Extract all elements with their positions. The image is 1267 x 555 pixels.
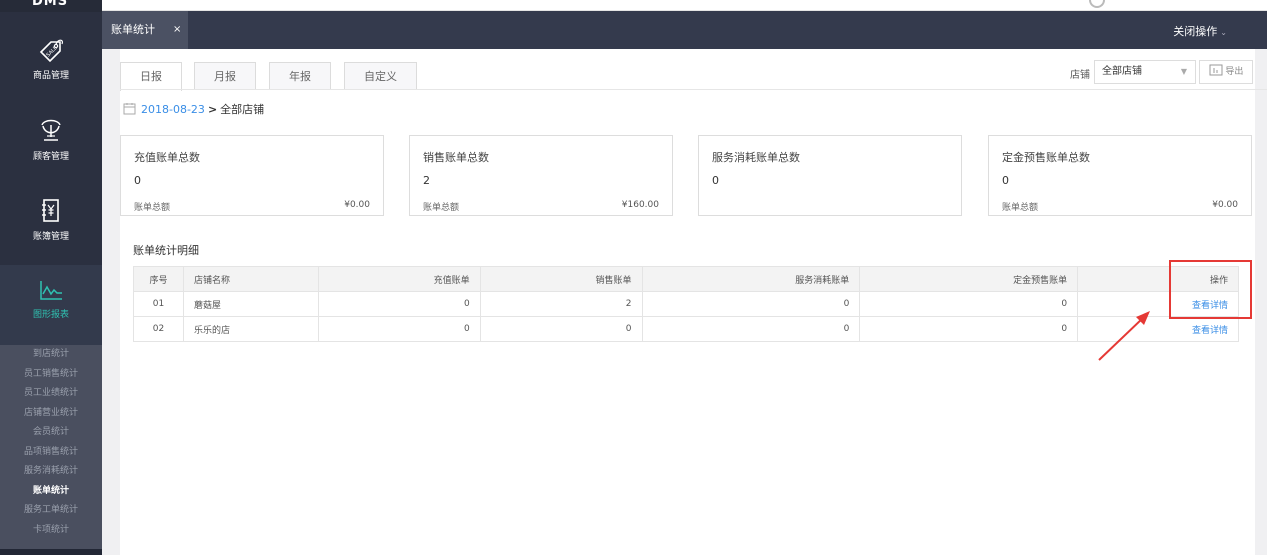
table-cell: 02 (133, 316, 184, 342)
nav-label: 顾客管理 (32, 152, 69, 162)
close-icon[interactable]: × (173, 11, 181, 49)
table-cell: 0 (479, 316, 643, 342)
table-cell: 0 (641, 316, 861, 342)
card-title: 充值账单总数 (134, 151, 200, 164)
reports-submenu: 到店统计 员工销售统计 员工业绩统计 店铺营业统计 会员统计 品项销售统计 服务… (0, 345, 102, 549)
nav-item-products[interactable]: SALE 商品管理 (0, 36, 102, 100)
table-cell: 0 (859, 316, 1079, 342)
card-sub-label: 账单总额 (134, 203, 171, 213)
page-tab-bar: 账单统计 × 关闭操作 ⌄ (102, 11, 1267, 49)
tab-label: 账单统计 (111, 23, 155, 36)
card-count: 2 (423, 174, 430, 187)
export-icon (1209, 64, 1223, 76)
nav-label: 图形报表 (32, 310, 69, 320)
table-cell: 0 (641, 291, 861, 317)
card-sub-label: 账单总额 (423, 203, 460, 213)
nav-item-customers[interactable]: 顾客管理 (0, 117, 102, 181)
sale-tag-icon: SALE (39, 39, 64, 63)
column-header: 店铺名称 (182, 266, 319, 292)
section-title: 账单统计明细 (133, 244, 199, 257)
table-cell: 0 (859, 291, 1079, 317)
view-details-link[interactable]: 查看详情 (1192, 326, 1228, 336)
store-filter-label: 店铺 (1070, 70, 1090, 81)
card-amount: ¥160.00 (621, 200, 659, 210)
sidebar-brand-strip: DMS (0, 0, 102, 12)
store-select-value: 全部店铺 (1102, 66, 1142, 77)
submenu-item-members[interactable]: 会员统计 (0, 423, 102, 443)
nav-item-reports[interactable]: 图形报表 (0, 265, 102, 345)
export-button[interactable]: 导出 (1199, 60, 1253, 84)
tab-divider (120, 89, 1267, 90)
annotation-highlight-box (1169, 260, 1252, 319)
breadcrumb-separator: > (207, 103, 218, 116)
tab-yearly[interactable]: 年报 (269, 62, 331, 90)
card-title: 定金预售账单总数 (1002, 151, 1090, 164)
table-cell: 0 (317, 291, 481, 317)
submenu-item-item-sales[interactable]: 品项销售统计 (0, 443, 102, 463)
submenu-item-store-visits[interactable]: 到店统计 (0, 345, 102, 365)
breadcrumb-scope: 全部店铺 (220, 103, 265, 116)
column-header: 定金预售账单 (859, 266, 1079, 292)
crown-icon (41, 119, 61, 141)
sidebar-footer (0, 549, 102, 555)
summary-card-deposit: 定金预售账单总数 0 账单总额 ¥0.00 (988, 135, 1252, 216)
top-header (102, 0, 1267, 11)
card-title: 服务消耗账单总数 (712, 151, 800, 164)
tab-monthly[interactable]: 月报 (194, 62, 256, 90)
table-cell: 乐乐的店 (182, 316, 319, 342)
table-cell: 蘑菇屋 (182, 291, 319, 317)
tab-custom[interactable]: 自定义 (344, 62, 417, 90)
card-amount: ¥0.00 (1212, 200, 1238, 210)
submenu-item-service-consumption[interactable]: 服务消耗统计 (0, 462, 102, 482)
submenu-item-store-business[interactable]: 店铺营业统计 (0, 404, 102, 424)
store-select[interactable]: 全部店铺 ▼ (1094, 60, 1196, 84)
nav-label: 商品管理 (32, 71, 69, 81)
table-header-row: 序号 店铺名称 充值账单 销售账单 服务消耗账单 定金预售账单 操作 (133, 266, 1239, 292)
sidebar: DMS SALE 商品管理 顾客管理 账簿管理 图形报表 到店统计 员工销售统计… (0, 0, 102, 555)
table-row: 01 蘑菇屋 0 2 0 0 查看详情 (133, 291, 1239, 317)
summary-card-sales: 销售账单总数 2 账单总额 ¥160.00 (409, 135, 673, 216)
submenu-item-service-orders[interactable]: 服务工单统计 (0, 501, 102, 521)
summary-card-service: 服务消耗账单总数 0 (698, 135, 962, 216)
submenu-item-staff-performance[interactable]: 员工业绩统计 (0, 384, 102, 404)
chevron-down-icon: ⌄ (1220, 28, 1227, 37)
submenu-item-staff-sales[interactable]: 员工销售统计 (0, 365, 102, 385)
brand-logo: DMS (32, 0, 69, 9)
nav-item-ledger[interactable]: 账簿管理 (0, 197, 102, 261)
chart-line-icon (40, 281, 62, 300)
submenu-item-bill-stats[interactable]: 账单统计 (0, 482, 102, 502)
column-header: 序号 (133, 266, 184, 292)
table-row: 02 乐乐的店 0 0 0 0 查看详情 (133, 316, 1239, 342)
export-label: 导出 (1225, 67, 1244, 77)
card-amount: ¥0.00 (344, 200, 370, 210)
ledger-icon (42, 199, 59, 222)
column-header: 充值账单 (317, 266, 481, 292)
chevron-down-icon: ▼ (1180, 67, 1187, 76)
calendar-icon (123, 103, 136, 115)
bill-detail-table: 序号 店铺名称 充值账单 销售账单 服务消耗账单 定金预售账单 操作 01 蘑菇… (133, 266, 1239, 342)
breadcrumb: 2018-08-23 > 全部店铺 (123, 101, 264, 117)
report-date[interactable]: 2018-08-23 (141, 103, 205, 116)
column-header: 服务消耗账单 (641, 266, 861, 292)
card-title: 销售账单总数 (423, 151, 489, 164)
card-sub-label: 账单总额 (1002, 203, 1039, 213)
avatar[interactable] (1089, 0, 1105, 8)
submenu-item-card-stats[interactable]: 卡项统计 (0, 521, 102, 541)
close-operations-label: 关闭操作 (1173, 25, 1218, 38)
tab-bill-stats[interactable]: 账单统计 × (102, 11, 188, 49)
table-cell: 0 (317, 316, 481, 342)
nav-label: 账簿管理 (32, 232, 69, 242)
card-count: 0 (1002, 174, 1009, 187)
annotation-arrow-icon (1098, 311, 1150, 361)
close-operations-menu[interactable]: 关闭操作 ⌄ (1173, 11, 1227, 54)
table-cell: 2 (479, 291, 643, 317)
table-cell: 01 (133, 291, 184, 317)
summary-card-recharge: 充值账单总数 0 账单总额 ¥0.00 (120, 135, 384, 216)
card-count: 0 (712, 174, 719, 187)
column-header: 销售账单 (479, 266, 643, 292)
card-count: 0 (134, 174, 141, 187)
tab-daily[interactable]: 日报 (120, 62, 182, 91)
